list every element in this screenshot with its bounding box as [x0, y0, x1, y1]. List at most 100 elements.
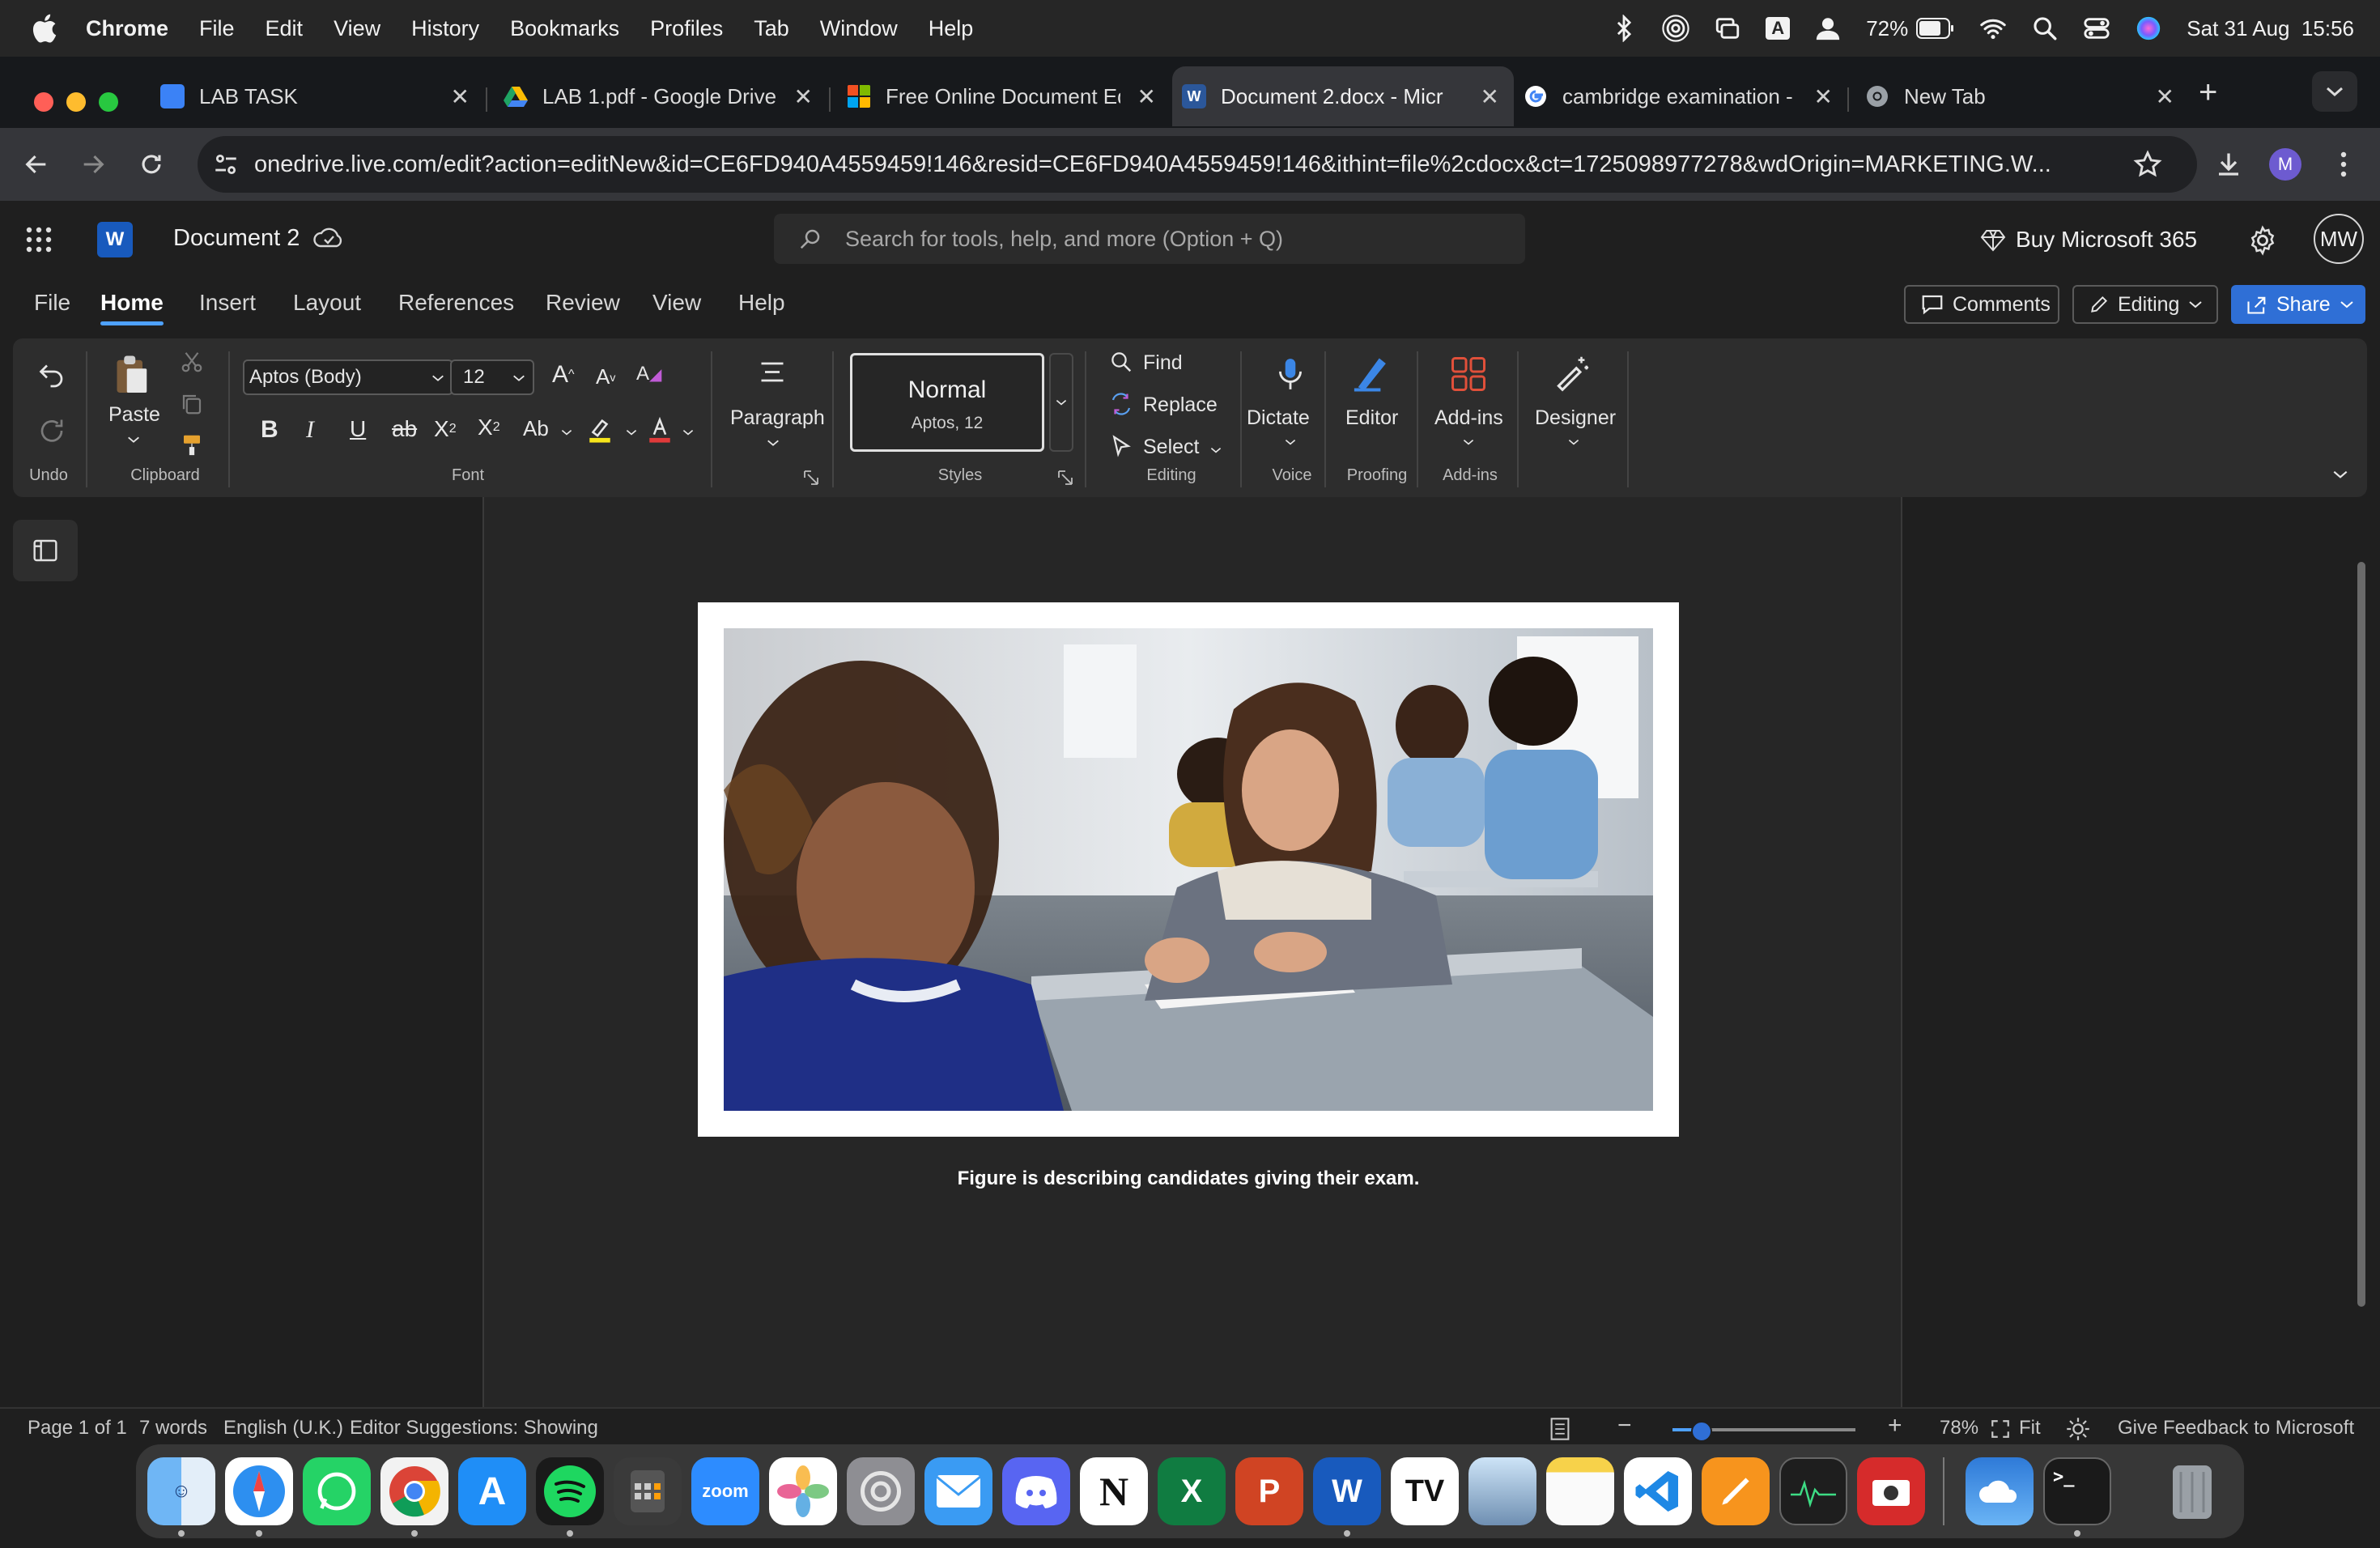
chevron-down-icon[interactable]	[766, 437, 780, 449]
dock-vscode-icon[interactable]	[1624, 1457, 1692, 1525]
cloud-saved-icon[interactable]	[312, 225, 345, 253]
dock-spotify-icon[interactable]	[536, 1457, 604, 1525]
brightness-sun-icon[interactable]	[2066, 1417, 2090, 1441]
cut-scissors-icon[interactable]	[180, 350, 204, 374]
dock-preview-icon[interactable]	[1468, 1457, 1536, 1525]
apple-logo-icon[interactable]	[32, 14, 57, 43]
select-cursor-icon[interactable]	[1109, 434, 1133, 458]
font-name-dropdown[interactable]: Aptos (Body)	[243, 359, 453, 395]
dialog-launcher-icon[interactable]	[1057, 470, 1073, 486]
document-figure-image[interactable]	[698, 602, 1679, 1137]
dock-whatsapp-icon[interactable]	[303, 1457, 371, 1525]
paste-clipboard-icon[interactable]	[108, 353, 154, 398]
dock-word-icon[interactable]: W	[1313, 1457, 1381, 1525]
user-icon[interactable]	[1814, 15, 1842, 42]
zoom-slider-thumb[interactable]	[1690, 1421, 1712, 1442]
tab-close-icon[interactable]: ✕	[1137, 83, 1156, 110]
clear-formatting-icon[interactable]: A ◢	[636, 363, 661, 385]
window-zoom-button[interactable]	[99, 92, 118, 112]
zoom-level[interactable]: 78%	[1940, 1417, 1978, 1440]
tab-review[interactable]: Review	[546, 290, 620, 316]
dock-safari-icon[interactable]	[225, 1457, 293, 1525]
add-ins-grid-icon[interactable]	[1449, 355, 1488, 393]
navigation-pane-button[interactable]	[13, 520, 78, 581]
chevron-down-icon[interactable]	[1284, 437, 1297, 447]
url-text[interactable]: onedrive.live.com/edit?action=editNew&id…	[254, 151, 2116, 178]
dock-chrome-icon[interactable]	[380, 1457, 448, 1525]
editor-pen-icon[interactable]	[1350, 353, 1392, 395]
tab-new-tab[interactable]: New Tab ✕	[1857, 66, 2189, 126]
dock-zoom-icon[interactable]: zoom	[691, 1457, 759, 1525]
dock-trash-icon[interactable]	[2158, 1457, 2226, 1525]
dictate-button[interactable]: Dictate	[1247, 406, 1310, 430]
dialog-launcher-icon[interactable]	[803, 470, 819, 486]
dock-excel-icon[interactable]: X	[1158, 1457, 1226, 1525]
battery-icon[interactable]	[1916, 18, 1955, 39]
tab-view[interactable]: View	[652, 290, 701, 316]
control-center-icon[interactable]	[2083, 15, 2110, 42]
bookmark-star-icon[interactable]	[2132, 149, 2163, 180]
downloads-icon[interactable]	[2208, 144, 2249, 185]
paragraph-icon[interactable]	[758, 359, 787, 387]
word-count[interactable]: 7 words	[139, 1417, 207, 1440]
reload-button[interactable]	[131, 144, 172, 185]
dock-system-settings-icon[interactable]	[847, 1457, 915, 1525]
chevron-down-icon[interactable]	[1567, 437, 1580, 447]
dock-tradingview-icon[interactable]: TV	[1391, 1457, 1459, 1525]
grow-font-icon[interactable]: A ^	[552, 361, 575, 389]
chevron-down-icon[interactable]	[1209, 445, 1222, 455]
tab-references[interactable]: References	[398, 290, 514, 316]
shrink-font-icon[interactable]: Av	[596, 364, 615, 389]
chevron-down-icon[interactable]	[560, 427, 573, 437]
tab-free-online-document[interactable]: Free Online Document Ed ✕	[839, 66, 1171, 126]
designer-button[interactable]: Designer	[1535, 406, 1616, 430]
page-count[interactable]: Page 1 of 1	[28, 1417, 127, 1440]
italic-icon[interactable]: I	[306, 416, 314, 444]
menu-edit[interactable]: Edit	[266, 16, 304, 41]
back-button[interactable]	[16, 144, 57, 185]
site-info-icon[interactable]	[212, 151, 240, 178]
search-box[interactable]: Search for tools, help, and more (Option…	[774, 214, 1525, 264]
keyboard-input-icon[interactable]: A	[1766, 17, 1791, 40]
menu-app-name[interactable]: Chrome	[86, 16, 168, 41]
zoom-slider[interactable]	[1672, 1421, 1855, 1442]
dock-discord-icon[interactable]	[1002, 1457, 1070, 1525]
dock-mail-icon[interactable]	[924, 1457, 992, 1525]
chevron-down-icon[interactable]	[682, 427, 695, 437]
dock-pages-icon[interactable]	[1702, 1457, 1770, 1525]
dock-terminal-icon[interactable]: >_	[2043, 1457, 2111, 1525]
menu-view[interactable]: View	[334, 16, 380, 41]
dock-activity-monitor-icon[interactable]	[1779, 1457, 1847, 1525]
editor-suggestions[interactable]: Editor Suggestions: Showing	[350, 1417, 598, 1440]
font-size-dropdown[interactable]: 12	[450, 359, 534, 395]
dock-notion-icon[interactable]: N	[1080, 1457, 1148, 1525]
designer-wand-icon[interactable]	[1551, 353, 1592, 393]
dock-finder-icon[interactable]: ☺	[147, 1457, 215, 1525]
find-button[interactable]: Find	[1143, 351, 1183, 375]
dock-weather-icon[interactable]	[1966, 1457, 2034, 1525]
chevron-down-icon[interactable]	[1462, 437, 1475, 447]
dock-calculator-icon[interactable]	[614, 1457, 682, 1525]
airdrop-icon[interactable]	[1662, 15, 1689, 42]
new-tab-button[interactable]: +	[2199, 74, 2217, 111]
select-button[interactable]: Select	[1143, 436, 1199, 459]
wifi-icon[interactable]	[1979, 15, 2007, 42]
dock-powerpoint-icon[interactable]: P	[1235, 1457, 1303, 1525]
tab-file[interactable]: File	[34, 290, 70, 316]
subscript-icon[interactable]: X2	[434, 416, 457, 442]
feedback-link[interactable]: Give Feedback to Microsoft	[2118, 1417, 2354, 1440]
address-bar[interactable]: onedrive.live.com/edit?action=editNew&id…	[198, 136, 2197, 193]
add-ins-button[interactable]: Add-ins	[1434, 406, 1503, 430]
menu-file[interactable]: File	[199, 16, 235, 41]
tab-lab-task[interactable]: LAB TASK ✕	[152, 66, 484, 126]
styles-more-button[interactable]	[1049, 353, 1073, 452]
zoom-in-button[interactable]: +	[1888, 1412, 1902, 1440]
buy-microsoft-365-link[interactable]: Buy Microsoft 365	[2016, 227, 2197, 253]
format-painter-icon[interactable]	[180, 432, 204, 457]
app-launcher-icon[interactable]	[24, 225, 53, 254]
menu-bookmarks[interactable]: Bookmarks	[510, 16, 619, 41]
window-close-button[interactable]	[34, 92, 53, 112]
zoom-out-button[interactable]: −	[1617, 1412, 1632, 1440]
menu-help[interactable]: Help	[929, 16, 974, 41]
document-title[interactable]: Document 2	[173, 225, 300, 252]
